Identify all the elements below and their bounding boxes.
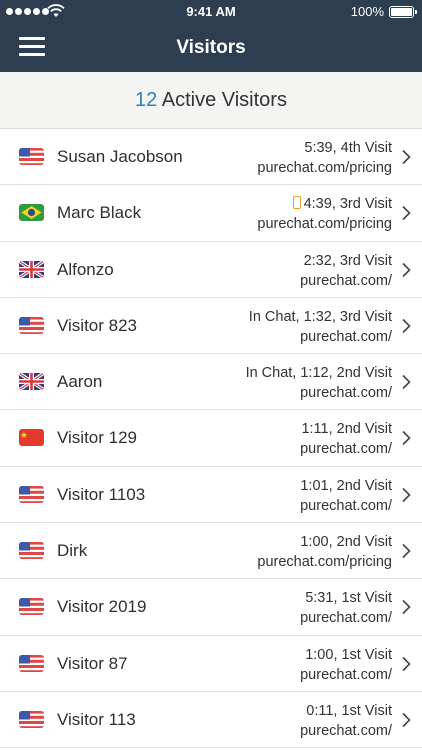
visitor-name: Visitor 113 xyxy=(57,709,136,729)
flag-us-icon xyxy=(19,316,44,334)
page-title: Visitors xyxy=(176,37,246,58)
visitor-name: Alfonzo xyxy=(57,259,114,279)
visit-details: 1:00, 2nd Visit purechat.com/pricing xyxy=(257,532,392,572)
visit-url: purechat.com/ xyxy=(300,441,392,458)
visitor-row[interactable]: Visitor 2019 5:31, 1st Visit purechat.com/ xyxy=(0,579,422,636)
chevron-right-icon xyxy=(402,375,411,390)
active-visitors-header: 12 Active Visitors xyxy=(0,72,422,129)
status-bar: 9:41 AM 100% xyxy=(0,0,422,24)
flag-uk-icon xyxy=(19,260,44,278)
visit-info: 1:11, 2nd Visit xyxy=(300,419,392,439)
visitor-name: Visitor 2019 xyxy=(57,597,147,617)
chevron-right-icon xyxy=(402,431,411,446)
chevron-right-icon xyxy=(402,206,411,221)
visitor-list: Susan Jacobson 5:39, 4th Visit purechat.co… xyxy=(0,129,422,749)
visitor-name: Visitor 1103 xyxy=(57,484,146,504)
chevron-right-icon xyxy=(402,712,411,728)
battery-percentage: 100% xyxy=(350,4,384,19)
visit-info: 5:39, 4th Visit xyxy=(257,138,392,158)
chevron-right-icon xyxy=(402,318,411,333)
visit-url: purechat.com/pricing xyxy=(257,216,392,233)
visitor-name: Marc Black xyxy=(57,203,142,223)
flag-us-icon xyxy=(19,654,44,672)
flag-us-icon xyxy=(19,598,44,616)
visit-info-text: 5:39, 4th Visit xyxy=(304,140,392,156)
visit-info-text: 1:11, 2nd Visit xyxy=(301,421,392,438)
visit-url: purechat.com/ xyxy=(300,666,392,683)
visit-info-text: 1:00, 1st Visit xyxy=(305,646,392,663)
active-visitors-count: 12 xyxy=(135,89,158,111)
mobile-device-icon xyxy=(292,196,301,210)
visit-info-text: 0:11, 1st Visit xyxy=(306,702,392,719)
visit-url: purechat.com/ xyxy=(300,328,392,345)
visitor-row[interactable]: Dirk 1:00, 2nd Visit purechat.com/pricing xyxy=(0,523,422,580)
visitor-row[interactable]: Aaron In Chat, 1:12, 2nd Visit purechat.co… xyxy=(0,354,422,411)
visit-info-text: 4:39, 3rd Visit xyxy=(303,196,392,213)
chevron-right-icon xyxy=(402,544,411,559)
visit-details: In Chat, 1:12, 2nd Visit purechat.com/ xyxy=(246,363,392,403)
flag-us-icon xyxy=(19,485,44,503)
chevron-right-icon xyxy=(402,487,411,502)
visitor-row[interactable]: Visitor 823 In Chat, 1:32, 3rd Visit purec… xyxy=(0,297,422,355)
visit-details: In Chat, 1:32, 3rd Visit purechat.com/ xyxy=(249,307,392,347)
visitor-name: Visitor 87 xyxy=(57,653,128,673)
visitor-row[interactable]: Visitor 113 0:11, 1st Visit purechat.com/ xyxy=(0,691,422,749)
visitor-name: Dirk xyxy=(57,541,88,561)
visit-info: 1:00, 1st Visit xyxy=(300,645,392,665)
visit-url: purechat.com/ xyxy=(300,722,392,739)
visitor-row[interactable]: Susan Jacobson 5:39, 4th Visit purechat.co… xyxy=(0,129,422,186)
visit-details: 0:11, 1st Visit purechat.com/ xyxy=(300,701,392,741)
visit-info: 2:32, 3rd Visit xyxy=(300,251,392,271)
visitor-row[interactable]: Visitor 87 1:00, 1st Visit purechat.com/ xyxy=(0,635,422,692)
visit-info-text: In Chat, 1:12, 2nd Visit xyxy=(245,365,392,382)
visit-info-text: In Chat, 1:32, 3rd Visit xyxy=(248,308,392,325)
visit-url: purechat.com/pricing xyxy=(257,160,392,176)
visitor-row[interactable]: Marc Black 4:39, 3rd Visit purechat.com/pr… xyxy=(0,185,422,242)
visit-url: purechat.com/pricing xyxy=(257,554,392,571)
navigation-bar: Visitors xyxy=(0,24,422,72)
flag-cn-icon xyxy=(19,429,44,447)
flag-us-icon xyxy=(19,542,44,560)
visit-url: purechat.com/ xyxy=(300,272,392,289)
visit-info: 1:01, 2nd Visit xyxy=(300,476,392,496)
visit-url: purechat.com/ xyxy=(300,497,392,514)
chevron-right-icon xyxy=(402,262,411,277)
visitor-name: Visitor 823 xyxy=(57,315,138,335)
visit-details: 1:11, 2nd Visit purechat.com/ xyxy=(300,419,392,459)
visit-info-text: 1:00, 2nd Visit xyxy=(300,534,392,551)
visit-details: 2:32, 3rd Visit purechat.com/ xyxy=(300,251,392,291)
visit-info: 1:00, 2nd Visit xyxy=(257,532,392,552)
visitor-row[interactable]: Alfonzo 2:32, 3rd Visit purechat.com/ xyxy=(0,241,422,298)
visit-info-text: 5:31, 1st Visit xyxy=(305,590,392,607)
visit-info-text: 1:01, 2nd Visit xyxy=(300,477,392,494)
visit-url: purechat.com/ xyxy=(300,610,392,627)
flag-us-icon xyxy=(19,710,44,728)
visit-info: 0:11, 1st Visit xyxy=(300,701,392,721)
battery-icon xyxy=(389,6,417,18)
visit-info: 5:31, 1st Visit xyxy=(300,588,392,608)
visit-details: 5:31, 1st Visit purechat.com/ xyxy=(300,588,392,628)
active-visitors-label: Active Visitors xyxy=(161,89,287,111)
chevron-right-icon xyxy=(402,656,411,671)
visitor-name: Susan Jacobson xyxy=(57,147,183,166)
visit-details: 1:01, 2nd Visit purechat.com/ xyxy=(300,476,392,516)
visit-details: 1:00, 1st Visit purechat.com/ xyxy=(300,645,392,685)
visitor-row[interactable]: Visitor 129 1:11, 2nd Visit purechat.com/ xyxy=(0,410,422,467)
visit-details: 5:39, 4th Visit purechat.com/pricing xyxy=(257,138,392,178)
flag-uk-icon xyxy=(19,373,44,391)
visit-info: In Chat, 1:12, 2nd Visit xyxy=(246,363,392,383)
chevron-right-icon xyxy=(402,600,411,615)
visit-info-text: 2:32, 3rd Visit xyxy=(303,252,392,269)
flag-br-icon xyxy=(19,204,44,222)
visit-info: In Chat, 1:32, 3rd Visit xyxy=(249,307,392,327)
flag-us-icon xyxy=(19,148,44,165)
visit-url: purechat.com/ xyxy=(300,385,392,402)
visitor-row[interactable]: Visitor 1103 1:01, 2nd Visit purechat.com/ xyxy=(0,466,422,524)
visit-details: 4:39, 3rd Visit purechat.com/pricing xyxy=(257,194,392,234)
chevron-right-icon xyxy=(402,149,411,165)
visitor-name: Visitor 129 xyxy=(57,428,138,448)
visitor-name: Aaron xyxy=(57,372,103,392)
visit-info: 4:39, 3rd Visit xyxy=(257,194,392,214)
